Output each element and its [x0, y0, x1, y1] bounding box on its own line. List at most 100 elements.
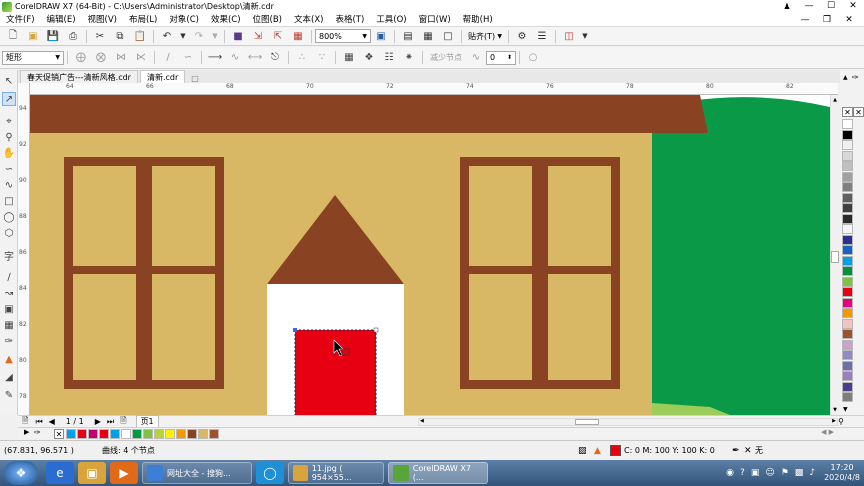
palette-swatch[interactable]	[842, 150, 853, 161]
extend-curve-icon[interactable]: ∴	[294, 51, 310, 65]
outline-pen-icon[interactable]: ✒	[732, 446, 740, 456]
eyedropper-icon[interactable]: ✑	[852, 73, 859, 82]
hand-tool-icon[interactable]: ✋	[2, 146, 16, 160]
menu-text[interactable]: 文本(X)	[288, 13, 329, 27]
menu-object[interactable]: 对象(C)	[163, 13, 205, 27]
palette-scroll-down-icon[interactable]: ▼	[843, 406, 848, 413]
selection-node[interactable]	[293, 328, 297, 332]
fill-picker-icon[interactable]: ▲	[594, 446, 601, 456]
smoothness-field[interactable]: 0 ⬍	[486, 50, 516, 65]
palette-swatch[interactable]	[842, 224, 853, 234]
redo-dropdown-icon[interactable]: ▼	[211, 29, 219, 43]
paste-icon[interactable]: 📋	[132, 29, 148, 43]
palette-swatch[interactable]	[842, 203, 853, 213]
menu-layout[interactable]: 布局(L)	[123, 13, 163, 27]
menu-help[interactable]: 帮助(H)	[457, 13, 499, 27]
next-page-icon[interactable]: ▶	[95, 417, 101, 426]
add-node-icon[interactable]: ⨁	[73, 51, 89, 65]
palette-swatch[interactable]	[842, 171, 853, 182]
smart-fill-icon[interactable]: ◢	[2, 370, 16, 384]
menu-bitmaps[interactable]: 位图(B)	[247, 13, 288, 27]
launcher-dropdown-icon[interactable]: ▼	[581, 29, 589, 43]
palette-swatch[interactable]	[842, 360, 853, 371]
vertical-ruler[interactable]: 94 92 90 88 86 84 82 80 78	[18, 83, 30, 415]
zoom-navigator-icon[interactable]: ⚲	[838, 417, 844, 426]
reverse-direction-icon[interactable]: ⎋	[267, 51, 283, 65]
palette-swatch[interactable]	[842, 350, 853, 360]
help-icon[interactable]: ?	[740, 468, 745, 478]
fill-color-swatch[interactable]	[610, 445, 621, 456]
vertical-scrollbar[interactable]: ▲ ▼	[830, 95, 839, 415]
artistic-media-icon[interactable]: ∿	[2, 178, 16, 192]
drop-shadow-icon[interactable]: ▣	[2, 302, 16, 316]
doc-palette-eyedropper-icon[interactable]: ✑	[34, 428, 41, 437]
menu-tools[interactable]: 工具(O)	[370, 13, 412, 27]
clock[interactable]: 17:20 2020/4/8	[824, 463, 860, 483]
show-guidelines-icon[interactable]: □	[440, 29, 456, 43]
doc-palette-swatch[interactable]	[143, 429, 153, 439]
vertical-scroll-thumb[interactable]	[831, 251, 839, 263]
roof-band[interactable]	[30, 95, 708, 133]
close-button[interactable]: ✕	[842, 0, 864, 13]
menu-edit[interactable]: 编辑(E)	[41, 13, 82, 27]
doc-palette-swatch[interactable]	[77, 429, 87, 439]
palette-swatch[interactable]	[842, 161, 853, 171]
scroll-down-arrow-icon[interactable]: ▼	[831, 407, 839, 413]
to-curve-icon[interactable]: ∽	[180, 51, 196, 65]
doc-palette-swatch[interactable]	[187, 429, 197, 439]
palette-swatch[interactable]	[842, 318, 853, 329]
shape-tool-icon[interactable]: ↗	[2, 92, 16, 106]
doc-tab-0[interactable]: 春天促销广告---清新风格.cdr	[20, 70, 138, 83]
open-folder-icon[interactable]: ▣	[25, 29, 41, 43]
doc-palette-swatch[interactable]	[154, 429, 164, 439]
cut-icon[interactable]: ✂	[92, 29, 108, 43]
palette-swatch[interactable]	[842, 255, 853, 266]
doc-tab-1[interactable]: 清新.cdr	[139, 70, 186, 83]
user-icon[interactable]: ♟	[776, 0, 798, 13]
import-icon[interactable]: ⇲	[250, 29, 266, 43]
palette-swatch[interactable]	[842, 297, 853, 308]
palette-swatch[interactable]	[842, 287, 853, 297]
join-nodes-icon[interactable]: ⋈	[113, 51, 129, 65]
doc-minimize-button[interactable]: —	[794, 13, 816, 27]
parallel-dimension-icon[interactable]: ∕	[2, 270, 16, 284]
doc-restore-button[interactable]: ❐	[816, 13, 838, 27]
delete-node-icon[interactable]: ⨂	[93, 51, 109, 65]
stretch-nodes-icon[interactable]: ▦	[341, 51, 357, 65]
show-rulers-icon[interactable]: ▤	[400, 29, 416, 43]
print-icon[interactable]: ⎙	[65, 29, 81, 43]
horizontal-scroll-thumb[interactable]	[575, 419, 599, 425]
doc-palette-swatch[interactable]	[121, 429, 131, 439]
full-screen-icon[interactable]: ▣	[373, 29, 389, 43]
tree-shape[interactable]	[652, 95, 830, 415]
first-page-icon[interactable]: ⏮	[35, 417, 42, 427]
flag-icon[interactable]: ⚑	[781, 468, 789, 478]
taskbar-item-sogou-browser[interactable]: 网址大全 - 搜狗...	[142, 462, 252, 484]
prev-page-icon[interactable]: ◀	[49, 417, 55, 426]
symmetrical-node-icon[interactable]: ⟷	[247, 51, 263, 65]
palette-swatch[interactable]	[842, 234, 853, 245]
palette-swatch[interactable]	[842, 182, 853, 192]
palette-swatch[interactable]	[842, 329, 853, 339]
network-icon[interactable]: ▩	[795, 468, 804, 478]
select-all-nodes-icon[interactable]: ⁕	[401, 51, 417, 65]
smooth-node-icon[interactable]: ∿	[227, 51, 243, 65]
undo-icon[interactable]: ↶	[159, 29, 175, 43]
doc-palette-swatch[interactable]	[176, 429, 186, 439]
scroll-right-arrow-icon[interactable]: ▶	[832, 418, 836, 424]
options-icon[interactable]: ⚙	[514, 29, 530, 43]
horizontal-scrollbar[interactable]: ◀ ▶	[418, 418, 838, 426]
palette-swatch[interactable]	[842, 245, 853, 255]
new-document-icon[interactable]: 🗋	[5, 29, 21, 43]
palette-swatch[interactable]	[842, 119, 853, 129]
palette-swatch[interactable]	[842, 308, 853, 318]
tray-app-icon[interactable]: ◉	[726, 468, 734, 478]
media-player-icon[interactable]: ▶	[110, 462, 138, 484]
publish-pdf-icon[interactable]: ▦	[290, 29, 306, 43]
menu-effects[interactable]: 效果(C)	[205, 13, 247, 27]
align-nodes-icon[interactable]: ☷	[381, 51, 397, 65]
rotate-nodes-icon[interactable]: ❖	[361, 51, 377, 65]
elastic-mode-icon[interactable]: ○	[525, 51, 541, 65]
doc-palette-swatch[interactable]	[209, 429, 219, 439]
palette-swatch[interactable]	[842, 392, 853, 402]
